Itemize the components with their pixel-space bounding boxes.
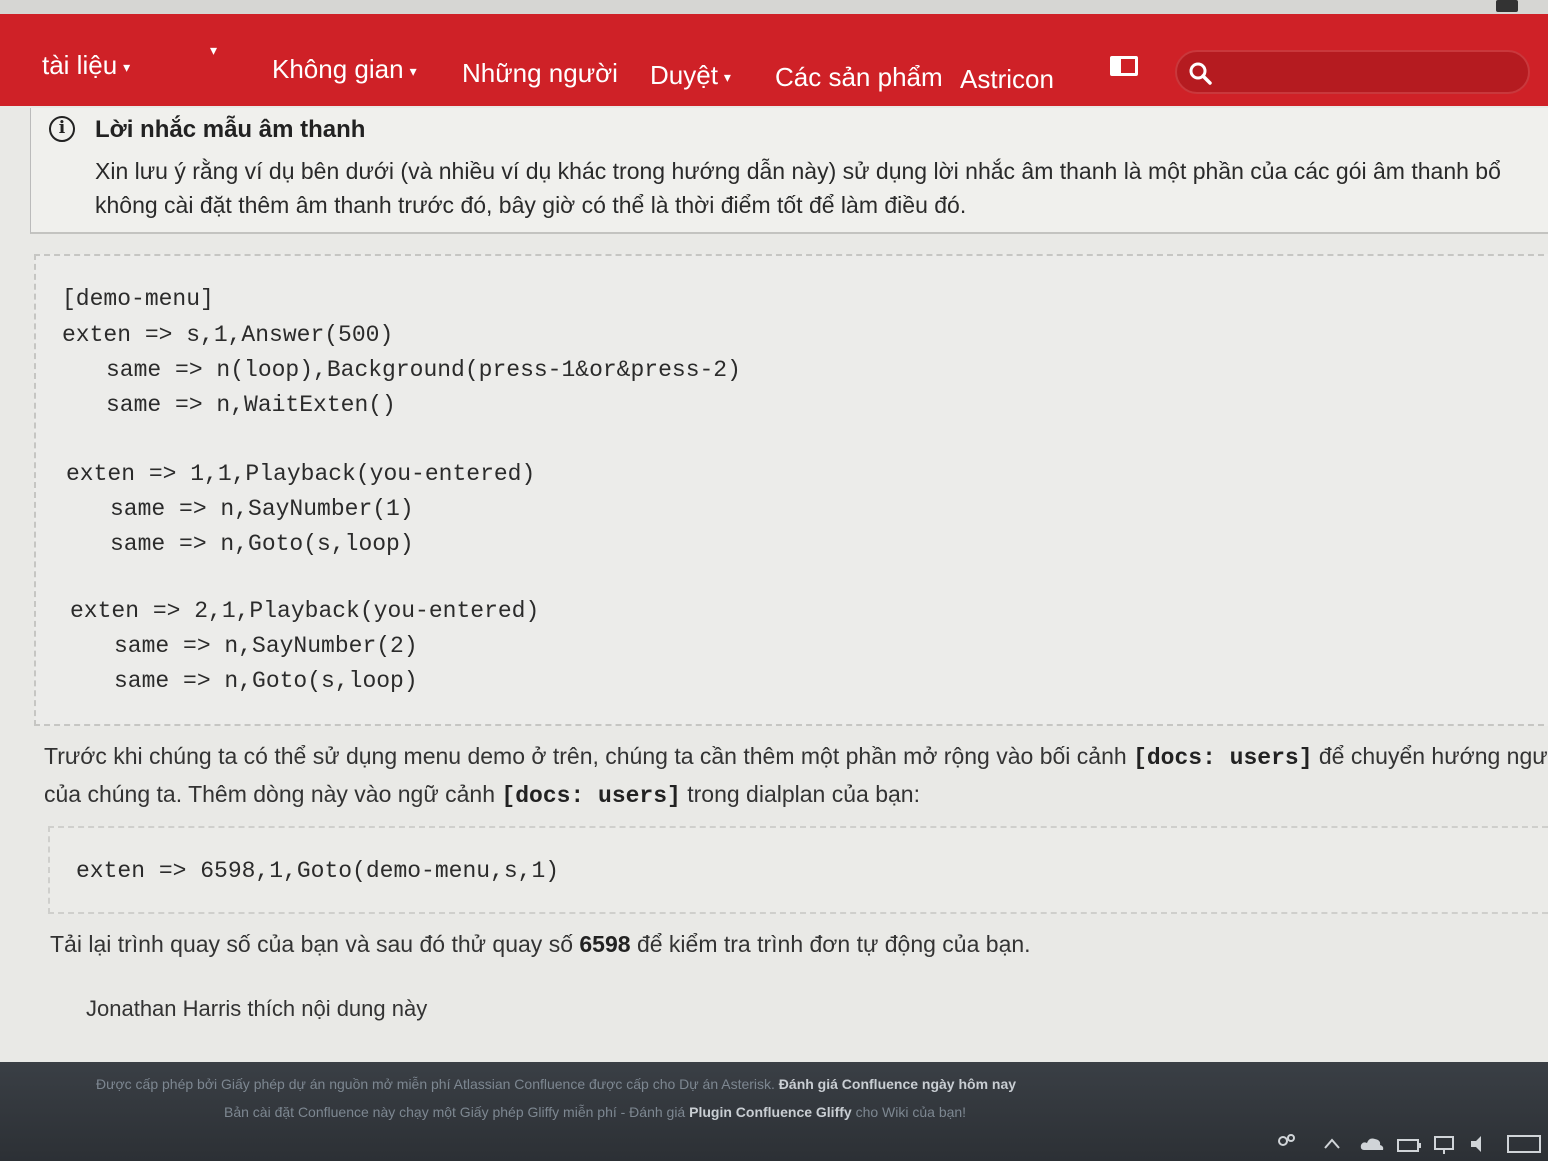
info-icon: i bbox=[49, 116, 75, 142]
code-line: exten => 1,1,Playback(you-entered) bbox=[66, 461, 536, 487]
nav-docs-label: tài liệu bbox=[42, 50, 118, 80]
nav-browse[interactable]: Duyệt ▾ bbox=[650, 60, 731, 91]
footer-license-line: Được cấp phép bởi Giấy phép dự án nguồn … bbox=[96, 1076, 1016, 1092]
code-line: same => n,SayNumber(1) bbox=[110, 496, 414, 522]
chevron-down-icon[interactable]: ▾ bbox=[210, 42, 217, 59]
code-line: same => n,WaitExten() bbox=[106, 392, 396, 418]
window-control-icon[interactable] bbox=[1496, 0, 1518, 12]
top-navbar: tài liệu ▾ ▾ Không gian ▾ Những người Duyệ… bbox=[0, 14, 1548, 106]
nav-people[interactable]: Những người bbox=[462, 58, 618, 89]
code-line: same => n,Goto(s,loop) bbox=[110, 531, 414, 557]
chevron-down-icon: ▾ bbox=[123, 58, 131, 75]
footer-link-gliffy[interactable]: Plugin Confluence Gliffy bbox=[689, 1104, 852, 1120]
nav-products-label: Các sản phẩm bbox=[775, 62, 943, 92]
code-line: exten => 2,1,Playback(you-entered) bbox=[70, 598, 540, 624]
search-icon bbox=[1189, 62, 1212, 85]
cloud-icon[interactable] bbox=[1358, 1132, 1386, 1156]
text-span: để chuyển hướng người bbox=[1312, 743, 1548, 769]
code-line: exten => s,1,Answer(500) bbox=[62, 322, 394, 348]
nav-spaces-label: Không gian bbox=[272, 54, 404, 84]
sidebar-toggle-icon[interactable] bbox=[1110, 56, 1138, 76]
code-line: same => n,Goto(s,loop) bbox=[114, 668, 418, 694]
notice-body-line: không cài đặt thêm âm thanh trước đó, bâ… bbox=[95, 192, 967, 218]
reload-paragraph: Tải lại trình quay số của bạn và sau đó … bbox=[50, 926, 1031, 962]
likes-summary[interactable]: Jonathan Harris thích nội dung này bbox=[86, 996, 427, 1022]
footer-text: Được cấp phép bởi Giấy phép dự án nguồn … bbox=[96, 1076, 775, 1092]
battery-icon[interactable] bbox=[1396, 1132, 1422, 1156]
text-span: của chúng ta. Thêm dòng này vào ngữ cảnh bbox=[44, 781, 502, 807]
page-footer: Được cấp phép bởi Giấy phép dự án nguồn … bbox=[0, 1062, 1548, 1161]
dial-number: 6598 bbox=[579, 931, 631, 957]
instruction-paragraph: Trước khi chúng ta có thể sử dụng menu d… bbox=[44, 738, 1548, 814]
code-line: [demo-menu] bbox=[62, 286, 214, 312]
os-top-strip bbox=[0, 0, 1548, 14]
code-block-dialplan: [demo-menu] exten => s,1,Answer(500) sam… bbox=[34, 254, 1548, 726]
footer-gliffy-line: Bản cài đặt Confluence này chạy một Giấy… bbox=[224, 1104, 966, 1120]
code-line: same => n(loop),Background(press-1&or&pr… bbox=[106, 357, 741, 383]
chevron-down-icon: ▾ bbox=[409, 62, 417, 79]
search-box[interactable] bbox=[1175, 50, 1530, 94]
paragraph-line: của chúng ta. Thêm dòng này vào ngữ cảnh… bbox=[44, 776, 1548, 814]
code-line: exten => 6598,1,Goto(demo-menu,s,1) bbox=[76, 858, 560, 884]
network-icon[interactable] bbox=[1432, 1132, 1458, 1156]
nav-spaces[interactable]: Không gian ▾ bbox=[272, 54, 417, 85]
search-input[interactable] bbox=[1221, 58, 1511, 88]
text-span: để kiểm tra trình đơn tự động của bạn. bbox=[630, 931, 1031, 957]
chevron-up-icon[interactable] bbox=[1322, 1132, 1342, 1156]
nav-products[interactable]: Các sản phẩm bbox=[775, 62, 943, 93]
nav-people-label: Những người bbox=[462, 58, 618, 88]
footer-text: Bản cài đặt Confluence này chạy một Giấy… bbox=[224, 1104, 686, 1120]
nav-docs[interactable]: tài liệu ▾ bbox=[42, 50, 130, 81]
info-notice: i Lời nhắc mẫu âm thanh Xin lưu ý rằng v… bbox=[30, 108, 1548, 234]
volume-icon[interactable] bbox=[1468, 1132, 1492, 1156]
nav-astricon[interactable]: Astricon bbox=[960, 64, 1054, 95]
footer-text: cho Wiki của bạn! bbox=[855, 1104, 967, 1120]
keyboard-icon[interactable] bbox=[1506, 1132, 1542, 1156]
code-line: same => n,SayNumber(2) bbox=[114, 633, 418, 659]
notice-body-line: Xin lưu ý rằng ví dụ bên dưới (và nhiều … bbox=[95, 158, 1501, 184]
code-block-extension: exten => 6598,1,Goto(demo-menu,s,1) bbox=[48, 826, 1548, 914]
nav-browse-label: Duyệt bbox=[650, 60, 718, 90]
chevron-down-icon: ▾ bbox=[723, 68, 731, 85]
text-span: trong dialplan của bạn: bbox=[680, 781, 920, 807]
text-span: Tải lại trình quay số của bạn và sau đó … bbox=[50, 931, 580, 957]
inline-code: [docs: users] bbox=[501, 783, 681, 809]
people-icon[interactable] bbox=[1276, 1132, 1298, 1156]
notice-body: Xin lưu ý rằng ví dụ bên dưới (và nhiều … bbox=[95, 154, 1548, 222]
paragraph-line: Trước khi chúng ta có thể sử dụng menu d… bbox=[44, 738, 1548, 776]
notice-title: Lời nhắc mẫu âm thanh bbox=[95, 116, 366, 143]
text-span: Trước khi chúng ta có thể sử dụng menu d… bbox=[44, 743, 1134, 769]
footer-link-evaluate[interactable]: Đánh giá Confluence ngày hôm nay bbox=[779, 1076, 1016, 1092]
nav-astricon-label: Astricon bbox=[960, 64, 1054, 94]
inline-code: [docs: users] bbox=[1133, 745, 1313, 771]
